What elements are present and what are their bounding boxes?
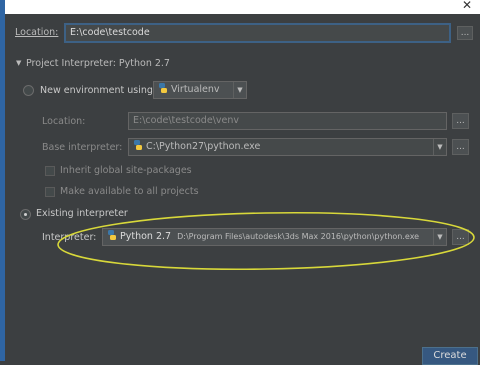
sidebar-accent-strip bbox=[0, 0, 5, 361]
environment-tool-select[interactable]: Virtualenv ▼ bbox=[153, 81, 247, 99]
make-available-checkbox[interactable] bbox=[45, 187, 55, 197]
inherit-packages-checkbox[interactable] bbox=[45, 166, 55, 176]
venv-location-label: Location: bbox=[42, 116, 86, 127]
make-available-label[interactable]: Make available to all projects bbox=[60, 186, 199, 197]
venv-location-input[interactable]: E:\code\testcode\venv bbox=[128, 112, 447, 130]
environment-tool-value: Virtualenv bbox=[171, 84, 220, 95]
dropdown-arrow-icon[interactable]: ▼ bbox=[233, 82, 246, 98]
base-interpreter-select[interactable]: C:\Python27\python.exe ▼ bbox=[128, 138, 447, 156]
python-icon bbox=[159, 83, 167, 93]
dropdown-arrow-icon[interactable]: ▼ bbox=[433, 139, 446, 155]
location-browse-button[interactable]: ... bbox=[457, 26, 473, 40]
new-environment-label[interactable]: New environment using bbox=[40, 85, 153, 96]
inherit-packages-label[interactable]: Inherit global site-packages bbox=[60, 165, 192, 176]
venv-location-browse-button[interactable]: ... bbox=[452, 113, 469, 129]
python-icon bbox=[134, 140, 142, 150]
location-label: Location: bbox=[15, 27, 59, 38]
create-button[interactable]: Create bbox=[422, 347, 478, 365]
highlight-ellipse bbox=[57, 211, 475, 271]
base-interpreter-browse-button[interactable]: ... bbox=[452, 139, 469, 155]
existing-interpreter-radio[interactable] bbox=[20, 209, 31, 220]
window-title-bar bbox=[0, 0, 480, 14]
new-environment-radio[interactable] bbox=[23, 85, 34, 96]
close-icon[interactable]: ✕ bbox=[462, 0, 472, 12]
location-input[interactable]: E:\code\testcode bbox=[64, 23, 451, 43]
base-interpreter-value: C:\Python27\python.exe bbox=[146, 141, 261, 152]
project-interpreter-title[interactable]: Project Interpreter: Python 2.7 bbox=[26, 58, 170, 69]
base-interpreter-label: Base interpreter: bbox=[42, 142, 123, 153]
collapse-triangle-icon[interactable]: ▼ bbox=[16, 59, 21, 67]
